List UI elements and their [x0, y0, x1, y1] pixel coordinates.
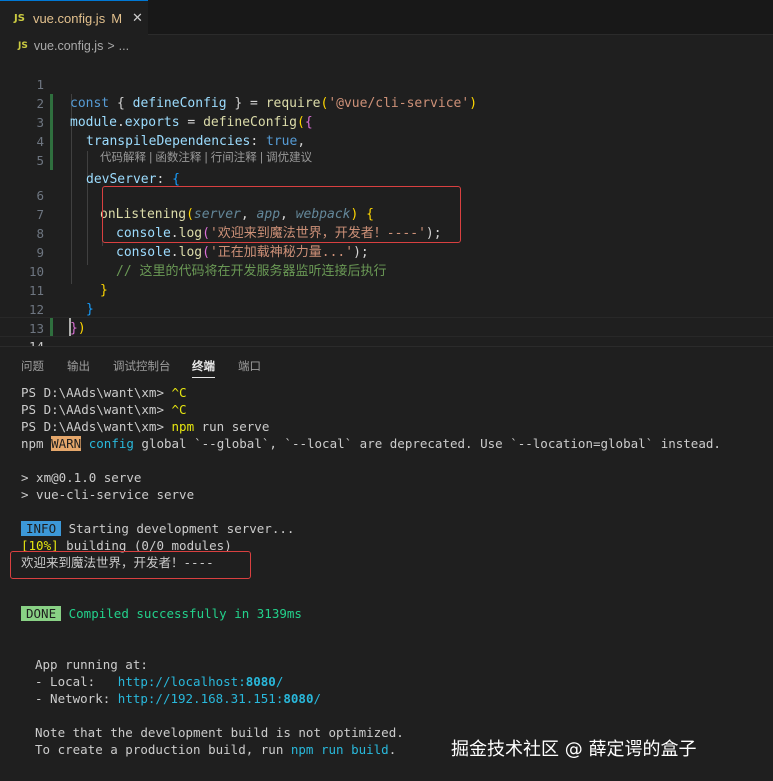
tab-filename: vue.config.js — [32, 10, 106, 26]
code-line: 13 — [0, 300, 773, 336]
terminal-line: INFO Starting development server... — [21, 520, 294, 537]
terminal-line: To create a production build, run npm ru… — [35, 742, 397, 757]
info-badge: INFO — [21, 521, 62, 536]
terminal-line: App running at: — [35, 657, 148, 672]
code-line: 1 const { defineConfig } = require('@vue… — [0, 56, 773, 111]
code-line: 12 }) — [0, 281, 773, 336]
tab-output[interactable]: 输出 — [67, 358, 90, 374]
warn-badge: WARN — [51, 436, 82, 451]
highlight-box — [10, 551, 251, 579]
terminal-line: npm WARN config global `--global`, `--lo… — [21, 436, 721, 451]
breadcrumb-separator: > — [107, 39, 115, 53]
network-url-link[interactable]: http://192.168.31.151:8080/ — [118, 691, 321, 706]
code-line: 2 module.exports = defineConfig({ — [0, 75, 773, 130]
code-line: 11 } — [0, 262, 773, 317]
tab-ports[interactable]: 端口 — [238, 358, 261, 374]
breadcrumb-file[interactable]: vue.config.js — [34, 39, 103, 53]
text-cursor — [69, 318, 71, 336]
code-line: 10 } — [0, 243, 773, 298]
breadcrumb: JS vue.config.js > ... — [18, 37, 129, 55]
code-line: 14 — [0, 318, 773, 354]
bottom-panel: 问题 输出 调试控制台 终端 端口 PS D:\AAds\want\xm> ^C… — [0, 346, 773, 781]
tab-problems[interactable]: 问题 — [21, 358, 44, 374]
code-line: 4 — [0, 113, 773, 149]
close-icon[interactable]: ✕ — [132, 11, 143, 26]
done-badge: DONE — [21, 606, 62, 621]
terminal-line: DONE Compiled successfully in 3139ms — [21, 605, 302, 622]
terminal-line: - Network: http://192.168.31.151:8080/ — [35, 691, 322, 706]
watermark: 掘金技术社区 @ 薛定谔的盒子 — [451, 739, 697, 760]
terminal-line: > xm@0.1.0 serve — [21, 470, 142, 485]
code-editor[interactable]: 1 const { defineConfig } = require('@vue… — [0, 56, 773, 354]
terminal-line: PS D:\AAds\want\xm> ^C — [21, 402, 187, 417]
code-line: 5 devServer: { — [0, 132, 773, 187]
terminal-line: - Local: http://localhost:8080/ — [35, 674, 284, 689]
ai-codelens[interactable]: 代码解释 | 函数注释 | 行间注释 | 调优建议 — [100, 150, 312, 166]
javascript-file-icon: JS — [18, 41, 28, 51]
highlight-box — [102, 186, 461, 243]
tab-vue-config[interactable]: JS vue.config.js M ✕ — [0, 0, 148, 35]
local-url-link[interactable]: http://localhost:8080/ — [118, 674, 284, 689]
javascript-file-icon: JS — [14, 12, 25, 24]
code-line: 6 onListening(server, app, webpack) { — [0, 167, 773, 222]
terminal-line: > vue-cli-service serve — [21, 487, 195, 502]
terminal-line: PS D:\AAds\want\xm> npm run serve — [21, 419, 270, 434]
tab-debug-console[interactable]: 调试控制台 — [113, 358, 171, 374]
editor-tab-bar: JS vue.config.js M ✕ — [0, 0, 773, 35]
tab-terminal[interactable]: 终端 — [192, 358, 215, 378]
modified-indicator: M — [111, 10, 123, 26]
terminal-line: Note that the development build is not o… — [35, 725, 404, 740]
panel-tabs: 问题 输出 调试控制台 终端 端口 — [0, 353, 773, 379]
terminal-line: PS D:\AAds\want\xm> ^C — [21, 385, 187, 400]
breadcrumb-more[interactable]: ... — [119, 39, 129, 53]
code-line: 3 transpileDependencies: true, — [0, 94, 773, 149]
